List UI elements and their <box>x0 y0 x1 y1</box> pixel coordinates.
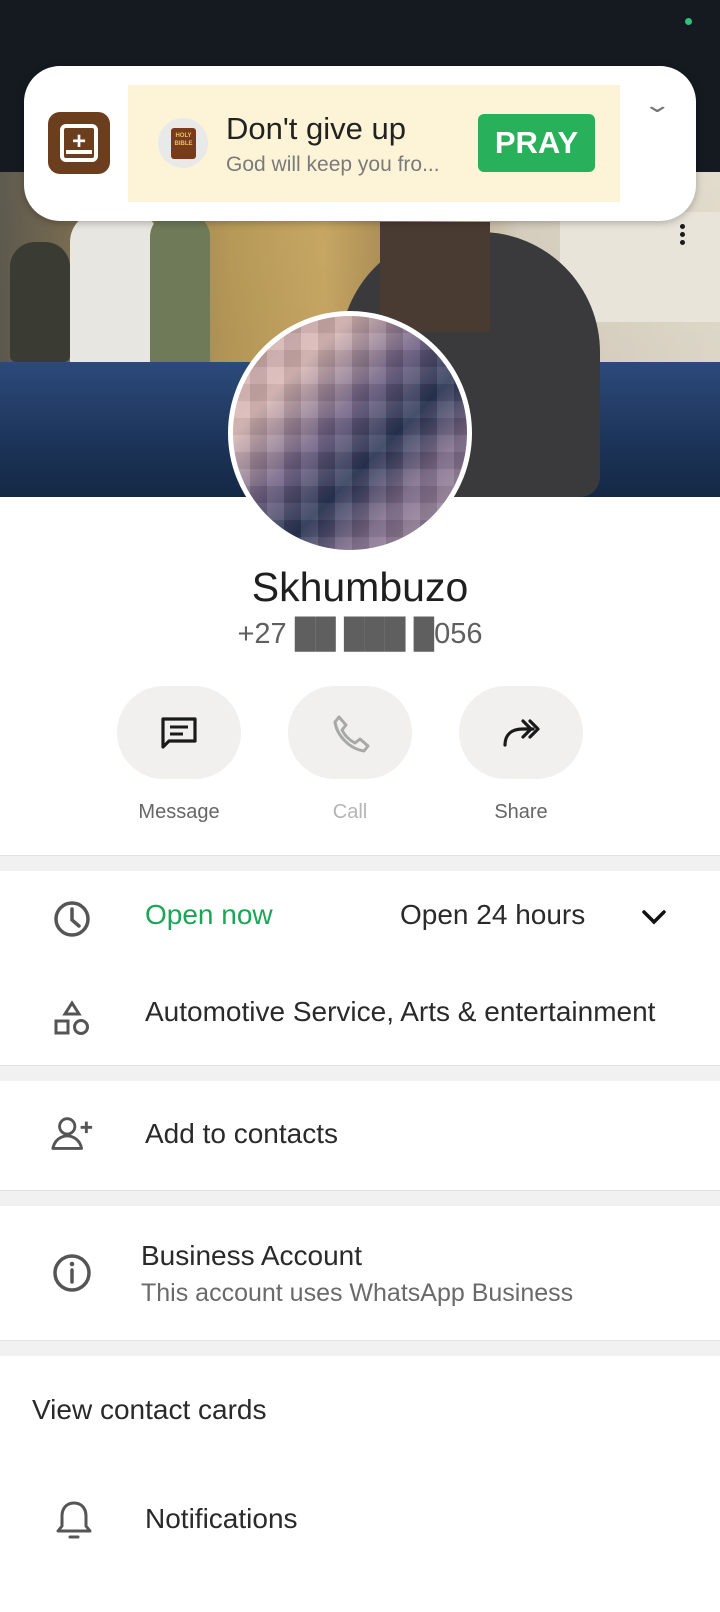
section-divider <box>0 1190 720 1206</box>
business-account-subtitle: This account uses WhatsApp Business <box>141 1279 574 1307</box>
business-category: Automotive Service, Arts & entertainment <box>145 996 656 1027</box>
ad-banner[interactable]: HOLY BIBLE Don't give up God will keep yo… <box>128 85 620 202</box>
status-dot-icon <box>685 18 692 25</box>
avatar[interactable] <box>228 311 472 555</box>
add-to-contacts-row[interactable]: Add to contacts <box>0 1081 720 1191</box>
heads-up-notification[interactable]: + ⌄ HOLY BIBLE Don't give up God will kee… <box>24 66 696 221</box>
view-contact-cards-label: View contact cards <box>32 1394 267 1425</box>
ad-subtitle: God will keep you fro... <box>226 153 440 176</box>
share-icon <box>503 719 540 747</box>
more-options-icon[interactable] <box>680 224 686 245</box>
chevron-down-icon[interactable]: ⌄ <box>642 92 672 118</box>
notifications-label: Notifications <box>145 1503 298 1534</box>
business-account-row[interactable]: Business Account This account uses Whats… <box>0 1206 720 1340</box>
clock-icon <box>54 901 90 937</box>
phone-icon <box>333 715 370 753</box>
share-button[interactable]: Share <box>459 686 583 824</box>
section-divider <box>0 1340 720 1356</box>
bell-icon <box>56 1501 92 1539</box>
business-account-title: Business Account <box>141 1240 363 1271</box>
business-hours-row[interactable]: Open now Open 24 hours <box>0 871 720 967</box>
pray-button[interactable]: PRAY <box>478 114 595 172</box>
share-label: Share <box>494 801 548 823</box>
notifications-row[interactable]: Notifications <box>0 1466 720 1576</box>
add-person-icon <box>51 1117 93 1150</box>
chevron-down-icon[interactable] <box>641 909 667 927</box>
message-label: Message <box>138 801 220 823</box>
business-hours: Open 24 hours <box>400 899 586 930</box>
message-icon <box>161 717 197 749</box>
bible-app-icon: + <box>48 112 110 174</box>
category-icon <box>54 1000 89 1035</box>
call-button[interactable]: Call <box>288 686 412 824</box>
section-divider <box>0 1065 720 1081</box>
phone-number: +27 ██ ███ █056 <box>237 618 483 650</box>
ad-title: Don't give up <box>226 111 406 146</box>
add-to-contacts-label: Add to contacts <box>145 1118 339 1149</box>
call-label: Call <box>332 801 368 823</box>
holy-bible-icon: HOLY BIBLE <box>158 118 208 168</box>
business-category-row: Automotive Service, Arts & entertainment <box>0 967 720 1063</box>
view-contact-cards-row[interactable]: View contact cards <box>0 1356 720 1466</box>
message-button[interactable]: Message <box>117 686 241 824</box>
contact-name: Skhumbuzo <box>251 564 469 610</box>
open-status: Open now <box>145 899 273 930</box>
section-divider <box>0 855 720 871</box>
info-icon <box>53 1254 91 1292</box>
